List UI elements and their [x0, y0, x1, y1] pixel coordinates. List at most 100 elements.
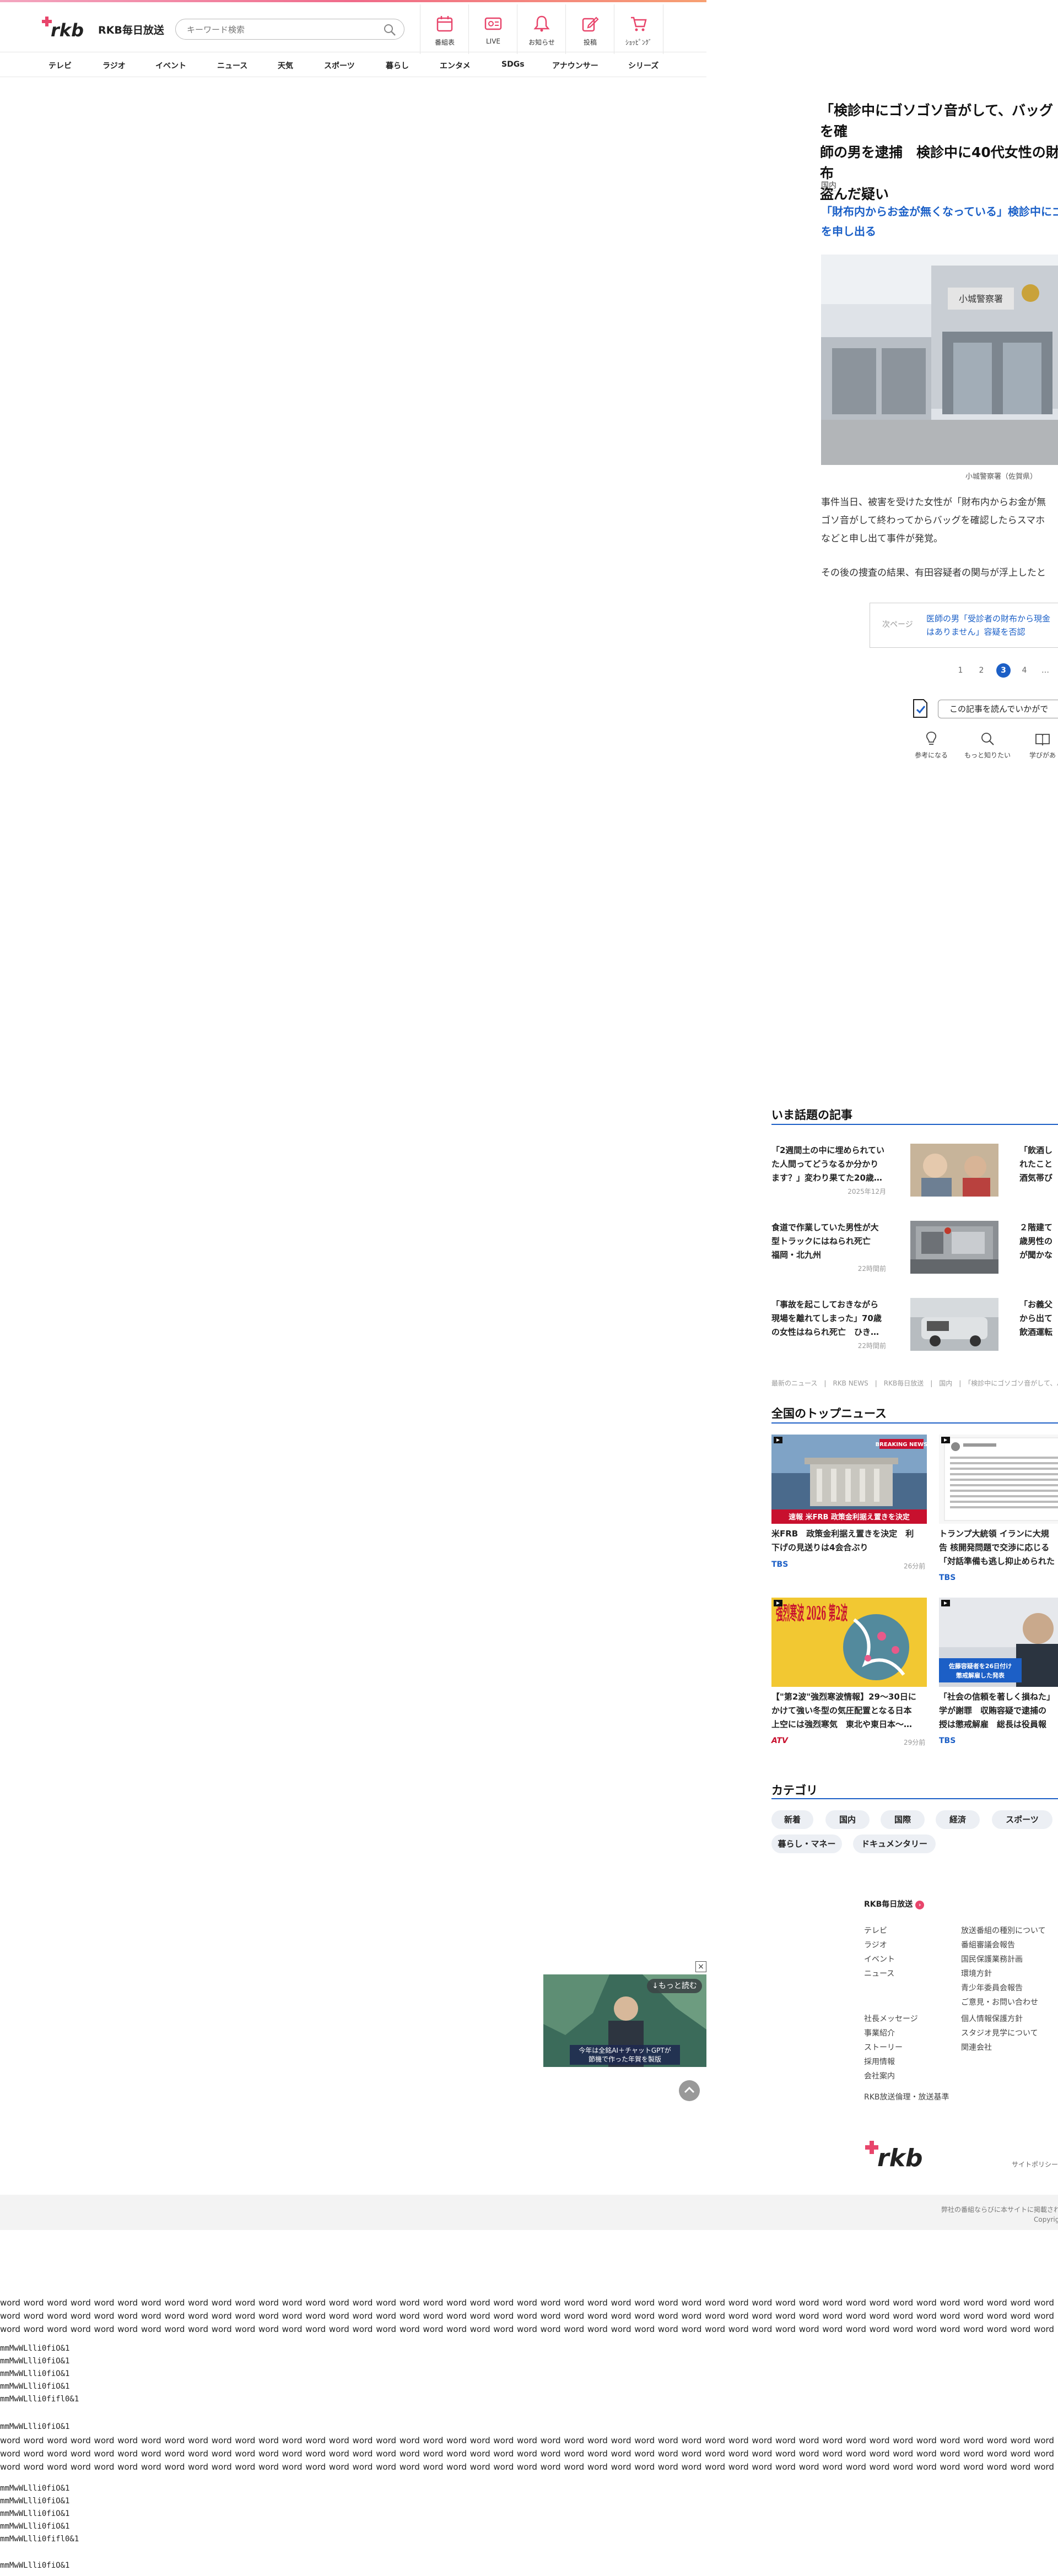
article-lead: 「財布内からお金が無くなっている」検診中にゴ を申し出る — [821, 205, 1058, 238]
rkb-logo[interactable]: rkb — [37, 12, 87, 41]
category-chip-new[interactable]: 新着 — [771, 1810, 813, 1829]
category-chip-international[interactable]: 国際 — [881, 1810, 925, 1829]
news-banner: 強烈寒波 2026 第2波 — [776, 1603, 848, 1625]
footer-link[interactable]: 社長メッセージ — [864, 2013, 918, 2024]
reaction-label: 参考になる — [914, 751, 948, 759]
nav-notice[interactable]: お知らせ — [517, 4, 566, 54]
news-thumbnail — [939, 1435, 1058, 1524]
ad-close-button[interactable]: × — [695, 1961, 706, 1972]
footer-link[interactable]: 国民保護業務計画 — [961, 1953, 1023, 1965]
news-source: TBS — [771, 1560, 789, 1569]
breadcrumb[interactable]: 最新のニュース | RKB NEWS | RKB毎日放送 | 国内 | 「検診中… — [771, 1378, 1058, 1388]
ad-read-more-button[interactable]: ↓もっと読む — [647, 1979, 702, 1993]
brand-name: RKB毎日放送 — [98, 24, 164, 36]
footer-link[interactable]: 事業紹介 — [864, 2027, 895, 2038]
news-card-text[interactable]: 米FRB 政策金利据え置きを決定 利 下げの見送りは4会合ぶり — [771, 1527, 927, 1555]
news-source: TBS — [939, 1736, 956, 1745]
footer-link[interactable]: スタジオ見学について — [961, 2027, 1038, 2038]
survey-button[interactable]: この記事を読んでいかがで — [938, 700, 1058, 718]
page-link-1[interactable]: 1 — [953, 663, 968, 678]
footer-link-standards[interactable]: RKB放送倫理・放送基準 — [864, 2091, 949, 2102]
cat-tv[interactable]: テレビ — [48, 60, 72, 71]
trending-item-text[interactable]: ２階建て 歳男性の が聞かな — [1019, 1221, 1058, 1262]
cat-news[interactable]: ニュース — [217, 60, 247, 71]
news-source: ATV — [771, 1736, 788, 1745]
filler-mono-line: mmMwWLlli0fifl0&1 — [0, 2395, 79, 2404]
arrow-right-icon: › — [915, 1901, 925, 1909]
next-page-box[interactable]: 次ページ 医師の男「受診者の財布から現金 はありません」容疑を否認 — [870, 603, 1058, 648]
cat-living[interactable]: 暮らし — [386, 60, 409, 71]
nav-post-label: 投稿 — [583, 39, 597, 46]
page-link-3-current[interactable]: 3 — [996, 663, 1011, 678]
news-thumbnail: 佐藤容疑者を26日付け 懲戒解雇した発表 — [939, 1598, 1058, 1687]
reaction-want-more[interactable]: もっと知りたい — [960, 730, 1015, 760]
trending-item-date: 22時間前 — [857, 1342, 886, 1350]
reaction-label: もっと知りたい — [964, 751, 1011, 759]
cat-event[interactable]: イベント — [155, 60, 186, 71]
trending-item-text[interactable]: 「事故を起こしておきながら 現場を離れてしまった」70歳 の女性はねられ死亡 ひ… — [771, 1298, 893, 1339]
search-icon[interactable] — [383, 23, 396, 36]
footer-link[interactable]: 会社案内 — [864, 2070, 895, 2081]
nav-schedule[interactable]: 番組表 — [420, 4, 469, 54]
book-icon — [1035, 734, 1050, 746]
search-input[interactable] — [186, 23, 370, 37]
footer-link[interactable]: ラジオ — [864, 1939, 887, 1950]
cat-radio[interactable]: ラジオ — [102, 60, 126, 71]
category-chip-economy[interactable]: 経済 — [936, 1810, 980, 1829]
footer-link[interactable]: ご意見・お問い合わせ — [961, 1996, 1038, 2007]
cat-sports[interactable]: スポーツ — [324, 60, 355, 71]
cat-series[interactable]: シリーズ — [628, 60, 658, 71]
cat-sdgs[interactable]: SDGs — [501, 60, 525, 69]
footer-link[interactable]: 環境方針 — [961, 1968, 992, 1979]
bell-icon — [533, 15, 550, 32]
footer-rkb-logo[interactable]: rkb — [862, 2137, 933, 2171]
footer-link[interactable]: 放送番組の種別について — [961, 1925, 1046, 1936]
search-box[interactable] — [175, 19, 404, 40]
news-card-text[interactable]: 「社会の信頼を著しく損ねた」 学が謝罪 収賄容疑で逮捕の 授は懲戒解雇 総長は役… — [939, 1690, 1058, 1731]
video-ad[interactable]: ↓もっと読む 今年は全銘AI＋チャットGPTが 節機で作った年賀を製版 — [543, 1974, 706, 2067]
scroll-to-top-button[interactable] — [679, 2080, 700, 2101]
footer-link[interactable]: 青少年委員会報告 — [961, 1982, 1023, 1993]
page-ellipsis: … — [1041, 666, 1049, 675]
article-section-link[interactable]: 国内 — [821, 180, 836, 191]
nav-post[interactable]: 投稿 — [565, 4, 614, 54]
category-chip-money[interactable]: 暮らし・マネー — [771, 1834, 842, 1853]
footer-link[interactable]: 採用情報 — [864, 2056, 895, 2067]
footer-link[interactable]: 番組審議会報告 — [961, 1939, 1015, 1950]
category-chip-domestic[interactable]: 国内 — [825, 1810, 870, 1829]
filler-mono-line: mmMwWLlli0fiO&1 — [0, 2497, 70, 2505]
news-time: 26分前 — [904, 1562, 926, 1570]
trending-rule — [771, 1124, 1058, 1125]
reaction-learned[interactable]: 学びがあ — [1015, 730, 1058, 760]
trending-item-text[interactable]: 「2週間土の中に埋められてい た人間ってどうなるか分かり ます？」変わり果てた2… — [771, 1144, 893, 1185]
trending-item-text[interactable]: 食道で作業していた男性が大 型トラックにはねられ死亡 福岡・北九州 — [771, 1221, 893, 1262]
page-link-2[interactable]: 2 — [974, 663, 989, 678]
news-card-text[interactable]: トランプ大統領 イランに大規 告 核開発問題で交渉に応じる 「対話準備も逃し抑止… — [939, 1527, 1058, 1568]
trending-item-text[interactable]: 「飲酒し れたこと 酒気帯び — [1019, 1144, 1058, 1185]
footer-heading-link[interactable]: RKB毎日放送 › — [864, 1898, 925, 1909]
footer-link[interactable]: 個人情報保護方針 — [961, 2013, 1023, 2024]
cat-weather[interactable]: 天気 — [278, 60, 293, 71]
footer-link[interactable]: 関連会社 — [961, 2042, 992, 2053]
nav-live[interactable]: LIVE — [468, 4, 517, 54]
footer-link-site-policy[interactable]: サイトポリシー — [1012, 2160, 1058, 2169]
reaction-helpful[interactable]: 参考になる — [904, 730, 959, 760]
cat-announcer[interactable]: アナウンサー — [552, 60, 598, 71]
filler-mono-line: mmMwWLlli0fiO&1 — [0, 2369, 70, 2378]
nav-shopping[interactable]: ｼｮｯﾋﾟﾝｸﾞ — [614, 4, 663, 54]
footer-link[interactable]: イベント — [864, 1953, 895, 1965]
footer-link[interactable]: ストーリー — [864, 2042, 903, 2053]
nav-live-label: LIVE — [485, 37, 500, 45]
trending-item-text[interactable]: 「お義父 から出て 飲酒運転 — [1019, 1298, 1058, 1339]
news-card-text[interactable]: 【"第2波"強烈寒波情報】29～30日に かけて強い冬型の気圧配置となる日本 上… — [771, 1690, 927, 1731]
next-page-link[interactable]: 医師の男「受診者の財布から現金 はありません」容疑を否認 — [926, 612, 1058, 638]
category-chip-documentary[interactable]: ドキュメンタリー — [853, 1834, 936, 1853]
trending-thumbnail — [910, 1221, 998, 1274]
category-chip-sports[interactable]: スポーツ — [992, 1810, 1052, 1829]
footer-link[interactable]: テレビ — [864, 1925, 887, 1936]
category-nav: テレビ ラジオ イベント ニュース 天気 スポーツ 暮らし エンタメ SDGs … — [0, 52, 706, 77]
footer-link[interactable]: ニュース — [864, 1968, 894, 1979]
page-link-4[interactable]: 4 — [1017, 663, 1032, 678]
cat-entame[interactable]: エンタメ — [440, 60, 471, 71]
filler-mono-line: mmMwWLlli0fiO&1 — [0, 2422, 70, 2431]
